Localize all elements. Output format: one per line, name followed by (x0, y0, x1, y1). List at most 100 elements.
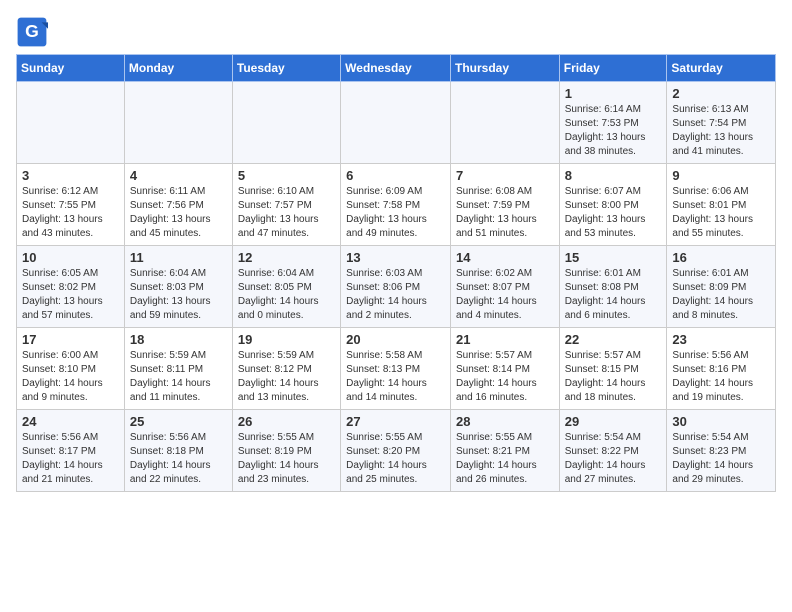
day-info: Sunrise: 5:56 AM Sunset: 8:16 PM Dayligh… (672, 349, 770, 405)
logo-icon: G (16, 16, 48, 48)
day-info: Sunrise: 6:09 AM Sunset: 7:58 PM Dayligh… (346, 185, 445, 241)
day-number: 9 (672, 168, 770, 183)
header-cell-wednesday: Wednesday (341, 55, 451, 82)
calendar-cell: 6 Sunrise: 6:09 AM Sunset: 7:58 PM Daylig… (341, 164, 451, 246)
day-info: Sunrise: 6:02 AM Sunset: 8:07 PM Dayligh… (456, 267, 554, 323)
day-info: Sunrise: 6:01 AM Sunset: 8:09 PM Dayligh… (672, 267, 770, 323)
day-number: 25 (130, 414, 227, 429)
calendar-cell: 14 Sunrise: 6:02 AM Sunset: 8:07 PM Dayli… (450, 246, 559, 328)
calendar-cell: 22 Sunrise: 5:57 AM Sunset: 8:15 PM Dayli… (559, 328, 667, 410)
day-number: 26 (238, 414, 335, 429)
header-cell-sunday: Sunday (17, 55, 125, 82)
day-info: Sunrise: 6:08 AM Sunset: 7:59 PM Dayligh… (456, 185, 554, 241)
day-info: Sunrise: 5:55 AM Sunset: 8:19 PM Dayligh… (238, 431, 335, 487)
day-info: Sunrise: 6:05 AM Sunset: 8:02 PM Dayligh… (22, 267, 119, 323)
day-number: 16 (672, 250, 770, 265)
calendar-cell: 17 Sunrise: 6:00 AM Sunset: 8:10 PM Dayli… (17, 328, 125, 410)
day-number: 13 (346, 250, 445, 265)
calendar-cell: 3 Sunrise: 6:12 AM Sunset: 7:55 PM Daylig… (17, 164, 125, 246)
calendar-cell: 8Sunrise: 6:07 AM Sunset: 8:00 PM Daylig… (559, 164, 667, 246)
calendar-body: 1 Sunrise: 6:14 AM Sunset: 7:53 PM Daylig… (17, 82, 776, 492)
day-info: Sunrise: 6:11 AM Sunset: 7:56 PM Dayligh… (130, 185, 227, 241)
calendar-cell: 10 Sunrise: 6:05 AM Sunset: 8:02 PM Dayli… (17, 246, 125, 328)
calendar-cell: 26 Sunrise: 5:55 AM Sunset: 8:19 PM Dayli… (232, 410, 340, 492)
logo: G (16, 16, 52, 48)
week-row-3: 10 Sunrise: 6:05 AM Sunset: 8:02 PM Dayli… (17, 246, 776, 328)
calendar-cell: 11 Sunrise: 6:04 AM Sunset: 8:03 PM Dayli… (124, 246, 232, 328)
day-info: Sunrise: 5:57 AM Sunset: 8:15 PM Dayligh… (565, 349, 662, 405)
calendar-cell: 16 Sunrise: 6:01 AM Sunset: 8:09 PM Dayli… (667, 246, 776, 328)
day-number: 3 (22, 168, 119, 183)
calendar-cell: 27 Sunrise: 5:55 AM Sunset: 8:20 PM Dayli… (341, 410, 451, 492)
day-number: 21 (456, 332, 554, 347)
day-number: 14 (456, 250, 554, 265)
calendar-cell: 1 Sunrise: 6:14 AM Sunset: 7:53 PM Daylig… (559, 82, 667, 164)
calendar-cell: 15 Sunrise: 6:01 AM Sunset: 8:08 PM Dayli… (559, 246, 667, 328)
day-number: 1 (565, 86, 662, 101)
day-info: Sunrise: 5:55 AM Sunset: 8:21 PM Dayligh… (456, 431, 554, 487)
day-number: 17 (22, 332, 119, 347)
calendar-cell (17, 82, 125, 164)
day-info: Sunrise: 6:12 AM Sunset: 7:55 PM Dayligh… (22, 185, 119, 241)
header-cell-saturday: Saturday (667, 55, 776, 82)
day-number: 22 (565, 332, 662, 347)
day-info: Sunrise: 5:57 AM Sunset: 8:14 PM Dayligh… (456, 349, 554, 405)
header-cell-monday: Monday (124, 55, 232, 82)
calendar-cell: 28Sunrise: 5:55 AM Sunset: 8:21 PM Dayli… (450, 410, 559, 492)
calendar-cell: 18 Sunrise: 5:59 AM Sunset: 8:11 PM Dayli… (124, 328, 232, 410)
calendar-cell: 25 Sunrise: 5:56 AM Sunset: 8:18 PM Dayli… (124, 410, 232, 492)
calendar-cell (124, 82, 232, 164)
day-info: Sunrise: 5:56 AM Sunset: 8:17 PM Dayligh… (22, 431, 119, 487)
calendar-cell: 19 Sunrise: 5:59 AM Sunset: 8:12 PM Dayli… (232, 328, 340, 410)
day-number: 11 (130, 250, 227, 265)
day-number: 18 (130, 332, 227, 347)
day-number: 15 (565, 250, 662, 265)
day-number: 27 (346, 414, 445, 429)
day-info: Sunrise: 6:07 AM Sunset: 8:00 PM Dayligh… (565, 185, 662, 241)
header-cell-friday: Friday (559, 55, 667, 82)
day-number: 19 (238, 332, 335, 347)
day-number: 5 (238, 168, 335, 183)
week-row-2: 3 Sunrise: 6:12 AM Sunset: 7:55 PM Daylig… (17, 164, 776, 246)
day-info: Sunrise: 6:04 AM Sunset: 8:03 PM Dayligh… (130, 267, 227, 323)
calendar-cell (232, 82, 340, 164)
week-row-5: 24 Sunrise: 5:56 AM Sunset: 8:17 PM Dayli… (17, 410, 776, 492)
day-number: 12 (238, 250, 335, 265)
calendar-cell (450, 82, 559, 164)
calendar-cell: 13 Sunrise: 6:03 AM Sunset: 8:06 PM Dayli… (341, 246, 451, 328)
day-number: 7 (456, 168, 554, 183)
day-info: Sunrise: 5:59 AM Sunset: 8:12 PM Dayligh… (238, 349, 335, 405)
day-number: 10 (22, 250, 119, 265)
day-number: 29 (565, 414, 662, 429)
day-info: Sunrise: 6:10 AM Sunset: 7:57 PM Dayligh… (238, 185, 335, 241)
header-cell-thursday: Thursday (450, 55, 559, 82)
day-number: 23 (672, 332, 770, 347)
calendar-cell: 23 Sunrise: 5:56 AM Sunset: 8:16 PM Dayli… (667, 328, 776, 410)
day-info: Sunrise: 5:58 AM Sunset: 8:13 PM Dayligh… (346, 349, 445, 405)
day-number: 2 (672, 86, 770, 101)
day-info: Sunrise: 5:54 AM Sunset: 8:23 PM Dayligh… (672, 431, 770, 487)
calendar-cell: 2 Sunrise: 6:13 AM Sunset: 7:54 PM Daylig… (667, 82, 776, 164)
svg-text:G: G (25, 21, 39, 41)
day-info: Sunrise: 6:14 AM Sunset: 7:53 PM Dayligh… (565, 103, 662, 159)
day-number: 4 (130, 168, 227, 183)
day-info: Sunrise: 5:55 AM Sunset: 8:20 PM Dayligh… (346, 431, 445, 487)
calendar-cell: 12Sunrise: 6:04 AM Sunset: 8:05 PM Dayli… (232, 246, 340, 328)
calendar-cell: 4 Sunrise: 6:11 AM Sunset: 7:56 PM Daylig… (124, 164, 232, 246)
day-info: Sunrise: 6:01 AM Sunset: 8:08 PM Dayligh… (565, 267, 662, 323)
day-number: 24 (22, 414, 119, 429)
calendar-cell (341, 82, 451, 164)
calendar-table: SundayMondayTuesdayWednesdayThursdayFrid… (16, 54, 776, 492)
calendar-cell: 20 Sunrise: 5:58 AM Sunset: 8:13 PM Dayli… (341, 328, 451, 410)
day-info: Sunrise: 5:59 AM Sunset: 8:11 PM Dayligh… (130, 349, 227, 405)
week-row-4: 17 Sunrise: 6:00 AM Sunset: 8:10 PM Dayli… (17, 328, 776, 410)
day-number: 6 (346, 168, 445, 183)
day-info: Sunrise: 6:00 AM Sunset: 8:10 PM Dayligh… (22, 349, 119, 405)
day-number: 20 (346, 332, 445, 347)
day-info: Sunrise: 6:13 AM Sunset: 7:54 PM Dayligh… (672, 103, 770, 159)
calendar-cell: 5 Sunrise: 6:10 AM Sunset: 7:57 PM Daylig… (232, 164, 340, 246)
header-cell-tuesday: Tuesday (232, 55, 340, 82)
day-info: Sunrise: 6:03 AM Sunset: 8:06 PM Dayligh… (346, 267, 445, 323)
day-info: Sunrise: 5:56 AM Sunset: 8:18 PM Dayligh… (130, 431, 227, 487)
page-header: G (16, 16, 776, 48)
